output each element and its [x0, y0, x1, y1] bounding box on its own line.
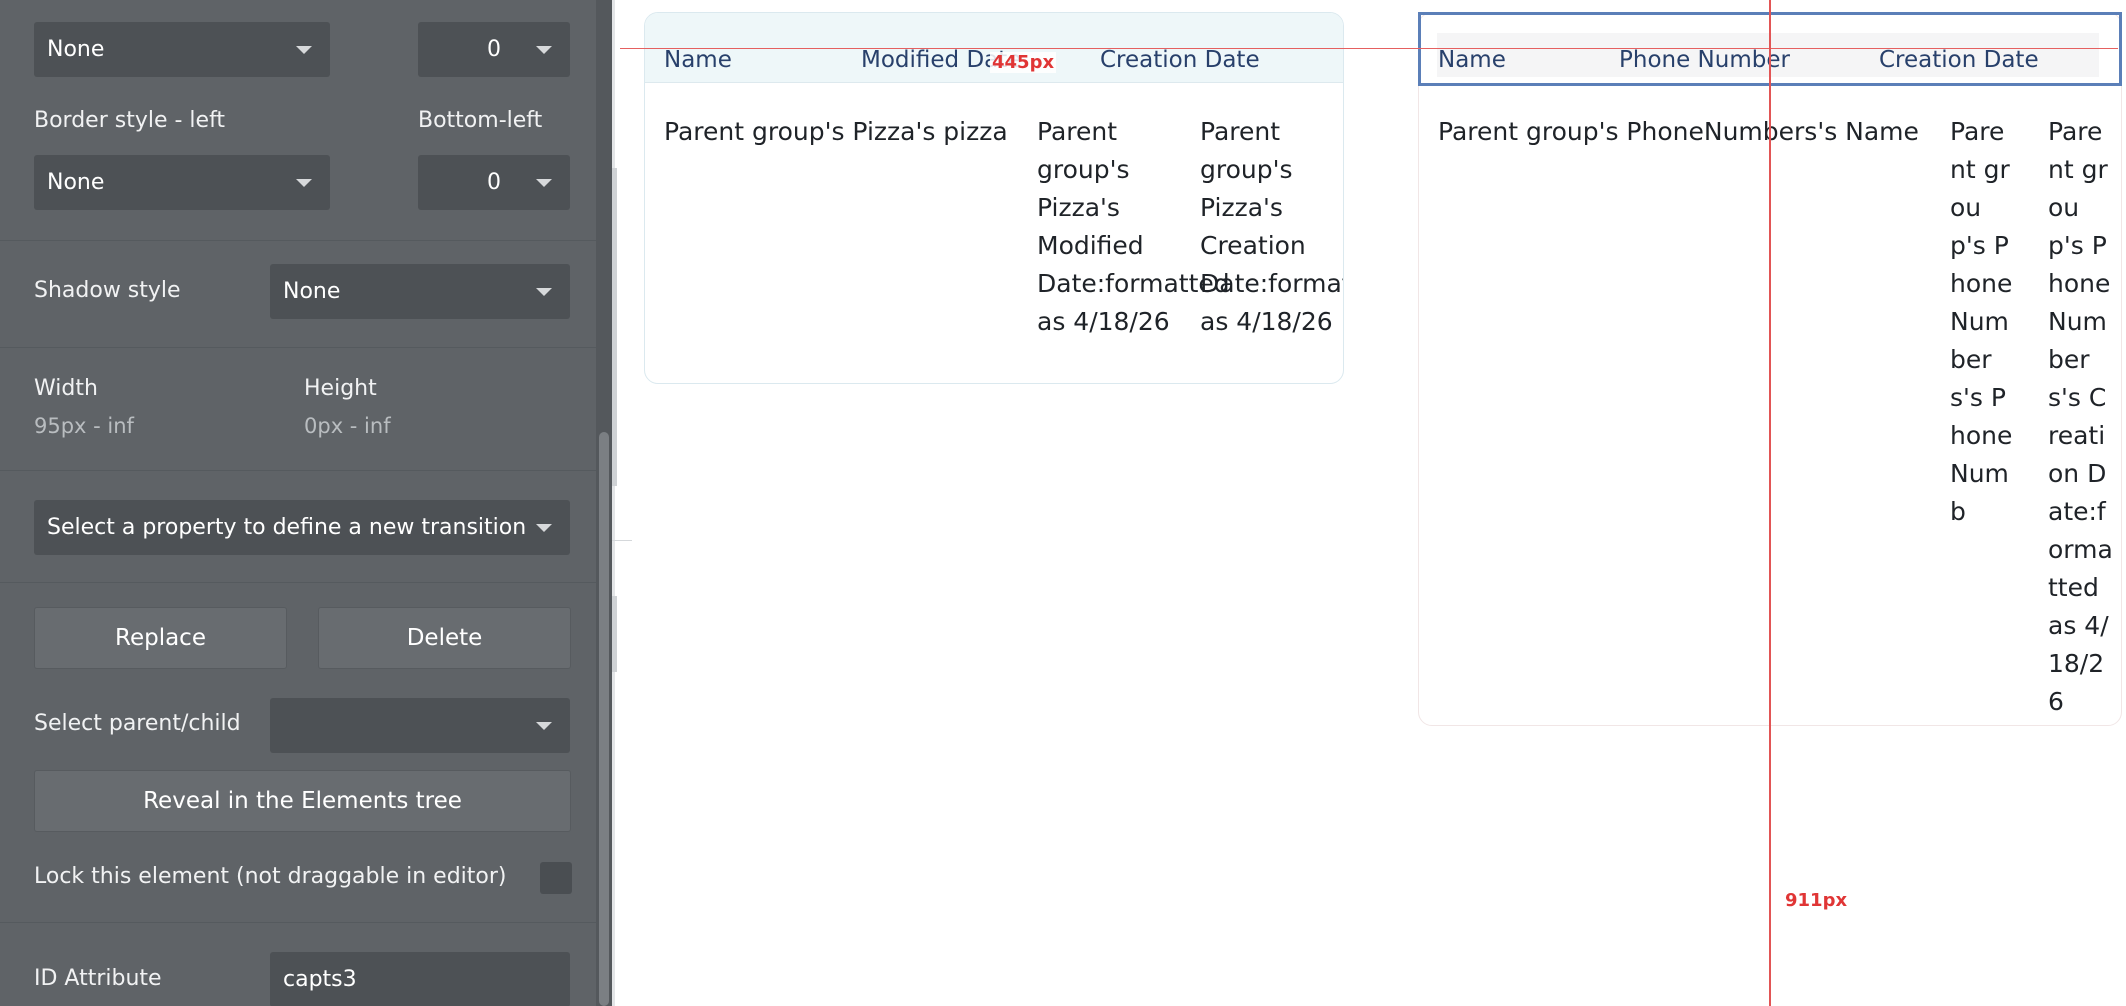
- width-label: Width: [34, 376, 98, 401]
- border-style-left-label: Border style - left: [34, 108, 226, 133]
- height-label: Height: [304, 376, 377, 401]
- id-attribute-input[interactable]: capts3: [270, 952, 570, 1006]
- section-divider: [0, 240, 596, 241]
- transition-property-dropdown[interactable]: Select a property to define a new transi…: [34, 500, 570, 555]
- select-parent-child-dropdown[interactable]: [270, 698, 570, 753]
- panel-scrollbar-thumb[interactable]: [599, 432, 609, 1006]
- replace-button[interactable]: Replace: [34, 607, 287, 669]
- chevron-down-icon: [536, 287, 552, 296]
- shadow-style-label: Shadow style: [34, 278, 181, 303]
- canvas-resize-handle[interactable]: [612, 596, 617, 672]
- section-divider: [0, 922, 596, 923]
- bottom-left-radius-dropdown[interactable]: 0: [418, 155, 570, 210]
- dropdown-value: None: [283, 279, 341, 304]
- dropdown-value: 0: [487, 170, 501, 195]
- dropdown-value: None: [47, 37, 105, 62]
- table-cell-modified-date: Parent group's Pizza's Modified Date:for…: [1037, 117, 1230, 336]
- lock-element-checkbox[interactable]: [540, 862, 572, 894]
- section-divider: [0, 582, 596, 583]
- dropdown-value: 0: [487, 37, 501, 62]
- editor-canvas[interactable]: Name Modified Date Creation Date Parent …: [612, 0, 2126, 1006]
- canvas-resize-handle[interactable]: [612, 168, 617, 486]
- dropdown-value: None: [47, 170, 105, 195]
- shadow-style-dropdown[interactable]: None: [270, 264, 570, 319]
- canvas-edge-tick: [612, 540, 632, 541]
- vertical-alignment-guide: [1769, 0, 1771, 1006]
- section-divider: [0, 470, 596, 471]
- height-value[interactable]: 0px - inf: [304, 414, 391, 438]
- table-cell-phone-number: Parent group's PhoneNumbers's PhoneNumb: [1950, 117, 2013, 526]
- horizontal-alignment-guide: [620, 48, 2118, 49]
- input-value: capts3: [283, 967, 357, 992]
- section-divider: [0, 347, 596, 348]
- table-cell-creation-date: Parent group's Pizza's Creation Date:for…: [1200, 117, 1343, 336]
- chevron-down-icon: [296, 45, 312, 54]
- chevron-down-icon: [296, 178, 312, 187]
- vertical-distance-label: 911px: [1783, 890, 1850, 911]
- column-header-creation-date: Creation Date: [1100, 47, 1260, 73]
- table-cell-creation-date: Parent group's PhoneNumbers's Creation D…: [2048, 117, 2113, 716]
- chevron-down-icon: [536, 45, 552, 54]
- border-width-top-dropdown[interactable]: 0: [418, 22, 570, 77]
- border-style-top-dropdown[interactable]: None: [34, 22, 330, 77]
- table-cell-name: Parent group's Pizza's pizza: [664, 117, 1008, 146]
- chevron-down-icon: [536, 721, 552, 730]
- bottom-left-radius-label: Bottom-left: [418, 108, 543, 133]
- horizontal-distance-label: 445px: [990, 52, 1057, 73]
- chevron-down-icon: [536, 178, 552, 187]
- lock-element-label: Lock this element (not draggable in edit…: [34, 864, 507, 889]
- width-value[interactable]: 95px - inf: [34, 414, 134, 438]
- chevron-down-icon: [536, 523, 552, 532]
- property-editor-panel: None 0 Border style - left Bottom-left N…: [0, 0, 612, 1006]
- border-style-left-dropdown[interactable]: None: [34, 155, 330, 210]
- canvas-left-edge: [612, 0, 615, 1006]
- table-cell-name: Parent group's PhoneNumbers's Name: [1438, 117, 1919, 146]
- select-parent-child-label: Select parent/child: [34, 711, 241, 736]
- id-attribute-label: ID Attribute: [34, 966, 162, 991]
- delete-button[interactable]: Delete: [318, 607, 571, 669]
- dropdown-value: Select a property to define a new transi…: [47, 515, 527, 540]
- reveal-in-elements-tree-button[interactable]: Reveal in the Elements tree: [34, 770, 571, 832]
- column-header-name: Name: [664, 47, 732, 73]
